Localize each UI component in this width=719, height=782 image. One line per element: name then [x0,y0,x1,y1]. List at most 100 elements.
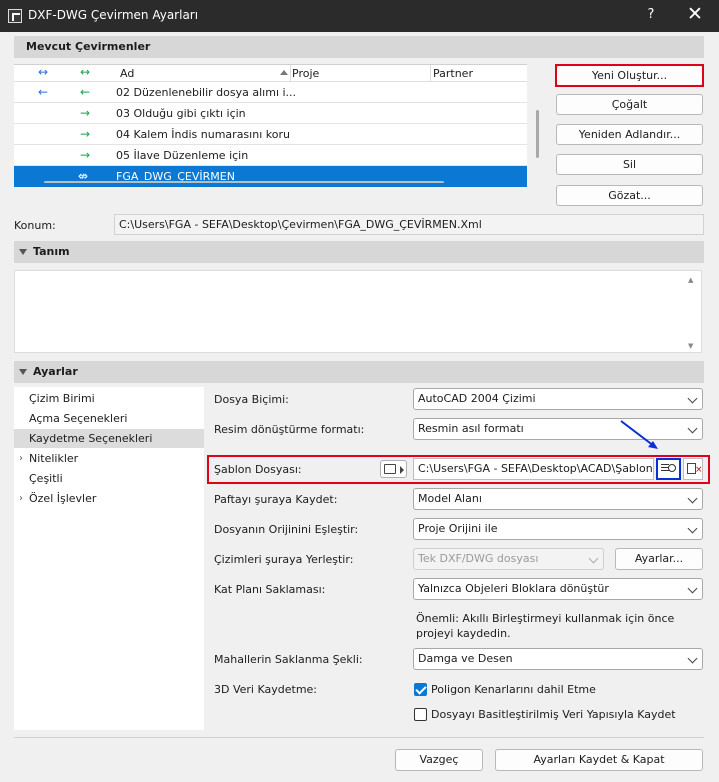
scroll-down-icon[interactable]: ▼ [688,342,693,350]
file-format-select[interactable]: AutoCAD 2004 Çizimi [413,388,703,410]
image-format-value: Resmin asıl formatı [418,422,524,435]
image-format-label: Resim dönüştürme formatı: [214,423,365,436]
save-direction-icon: ↔ [80,65,91,79]
nav-save-options[interactable]: Kaydetme Seçenekleri [14,429,204,448]
polygon-edges-label: Poligon Kenarlarını dahil Etme [431,683,596,696]
list-column-header: ↔ ↔ Ad Proje Partner [14,65,527,82]
list-item-name: 05 İlave Düzenleme için [116,149,249,162]
save-arrow-icon: → [80,148,91,162]
file-format-value: AutoCAD 2004 Çizimi [418,392,536,405]
chevron-down-icon [687,653,698,664]
chevron-down-icon [687,583,698,594]
expand-chevron-icon[interactable]: › [19,489,23,508]
chevron-down-icon [687,423,698,434]
location-field: C:\Users\FGA - SEFA\Desktop\Çevirmen\FGA… [114,214,704,235]
sort-up-icon [280,70,288,75]
save-arrow-icon: ← [80,85,91,99]
save-sheet-select[interactable]: Model Alanı [413,488,703,510]
description-header[interactable]: Tanım [14,241,704,263]
list-item-name: 02 Düzenlenebilir dosya alımı i... [116,86,297,99]
simplified-data-label: Dosyayı Basitleştirilmiş Veri Yapısıyla … [431,708,676,721]
nav-label: Kaydetme Seçenekleri [29,432,153,445]
vertical-scrollbar[interactable] [536,110,539,158]
column-divider [290,65,291,82]
scroll-up-icon[interactable]: ▲ [688,276,693,284]
highlight-template-row [207,455,710,484]
highlight-new-button [555,64,704,87]
browse-button[interactable]: Gözat... [556,185,703,206]
description-header-label: Tanım [33,245,70,258]
window-title: DXF-DWG Çevirmen Ayarları [28,8,199,22]
simplified-data-checkbox[interactable] [414,708,427,721]
list-item[interactable]: ← ← 02 Düzenlenebilir dosya alımı i... [14,82,527,103]
translators-header: Mevcut Çevirmenler [14,36,704,58]
origin-label: Dosyanın Orijinini Eşleştir: [214,523,359,536]
data3d-label: 3D Veri Kaydetme: [214,683,318,696]
place-drawings-select: Tek DXF/DWG dosyası [413,548,604,570]
nav-label: Açma Seçenekleri [29,412,128,425]
floor-plan-note: Önemli: Akıllı Birleştirmeyi kullanmak i… [416,612,675,640]
save-arrow-icon: → [80,127,91,141]
open-arrow-icon: ← [38,85,49,99]
footer-divider [14,737,704,738]
nav-label: Çizim Birimi [29,392,95,405]
origin-select[interactable]: Proje Orijini ile [413,518,703,540]
chevron-down-icon [687,523,698,534]
title-bar: DXF-DWG Çevirmen Ayarları ? ✕ [0,0,719,32]
save-sheet-value: Model Alanı [418,492,482,505]
list-item-name: 04 Kalem İndis numarasını koru [116,128,290,141]
horizontal-scrollbar[interactable] [44,181,444,183]
list-item-name: 03 Olduğu gibi çıktı için [116,107,246,120]
nav-label: Nitelikler [29,452,79,465]
translators-header-label: Mevcut Çevirmenler [26,40,151,53]
delete-button[interactable]: Sil [556,154,703,175]
list-item-selected[interactable]: ⇎ FGA_DWG_ÇEVİRMEN [14,166,527,187]
column-project[interactable]: Proje [292,67,319,80]
open-direction-icon: ↔ [38,65,49,79]
nav-label: Özel İşlevler [29,492,97,505]
translators-list[interactable]: ↔ ↔ Ad Proje Partner ← ← 02 Düzenlenebil… [14,64,527,187]
chevron-down-icon [687,493,698,504]
duplicate-button[interactable]: Çoğalt [556,94,703,115]
list-item[interactable]: → 04 Kalem İndis numarasını koru [14,124,527,145]
file-format-label: Dosya Biçimi: [214,393,289,406]
chevron-down-icon [588,553,599,564]
help-button[interactable]: ? [641,7,661,22]
cancel-button[interactable]: Vazgeç [395,749,483,771]
list-item[interactable]: → 03 Olduğu gibi çıktı için [14,103,527,124]
settings-header-label: Ayarlar [33,365,78,378]
nav-label: Çeşitli [29,472,63,485]
floor-plan-select[interactable]: Yalnızca Objeleri Bloklara dönüştür [413,578,703,600]
zones-select[interactable]: Damga ve Desen [413,648,703,670]
rename-button[interactable]: Yeniden Adlandır... [556,124,703,145]
description-textarea[interactable] [14,270,702,353]
location-label: Konum: [14,219,56,232]
collapse-triangle-icon [19,249,27,255]
expand-chevron-icon[interactable]: › [19,449,23,468]
save-sheet-label: Paftayı şuraya Kaydet: [214,493,338,506]
list-item[interactable]: → 05 İlave Düzenleme için [14,145,527,166]
nav-open-options[interactable]: Açma Seçenekleri [14,409,204,428]
close-button[interactable]: ✕ [682,3,708,25]
zones-value: Damga ve Desen [418,652,513,665]
floor-plan-label: Kat Planı Saklaması: [214,583,326,596]
place-settings-button[interactable]: Ayarlar... [615,548,703,570]
collapse-triangle-icon [19,369,27,375]
column-partner[interactable]: Partner [433,67,473,80]
save-close-button[interactable]: Ayarları Kaydet & Kapat [495,749,703,771]
annotation-arrow-icon [620,420,658,449]
nav-drawing-unit[interactable]: Çizim Birimi [14,389,204,408]
place-drawings-value: Tek DXF/DWG dosyası [418,552,539,565]
chevron-down-icon [687,393,698,404]
settings-header[interactable]: Ayarlar [14,361,704,383]
save-arrow-icon: → [80,106,91,120]
nav-special-functions[interactable]: › Özel İşlevler [14,489,204,508]
nav-attributes[interactable]: › Nitelikler [14,449,204,468]
zones-label: Mahallerin Saklanma Şekli: [214,653,363,666]
column-name[interactable]: Ad [120,67,134,80]
polygon-edges-checkbox[interactable] [414,683,427,696]
floor-plan-value: Yalnızca Objeleri Bloklara dönüştür [418,582,609,595]
column-divider [430,65,431,82]
nav-misc[interactable]: Çeşitli [14,469,204,488]
app-logo-icon [8,9,22,23]
